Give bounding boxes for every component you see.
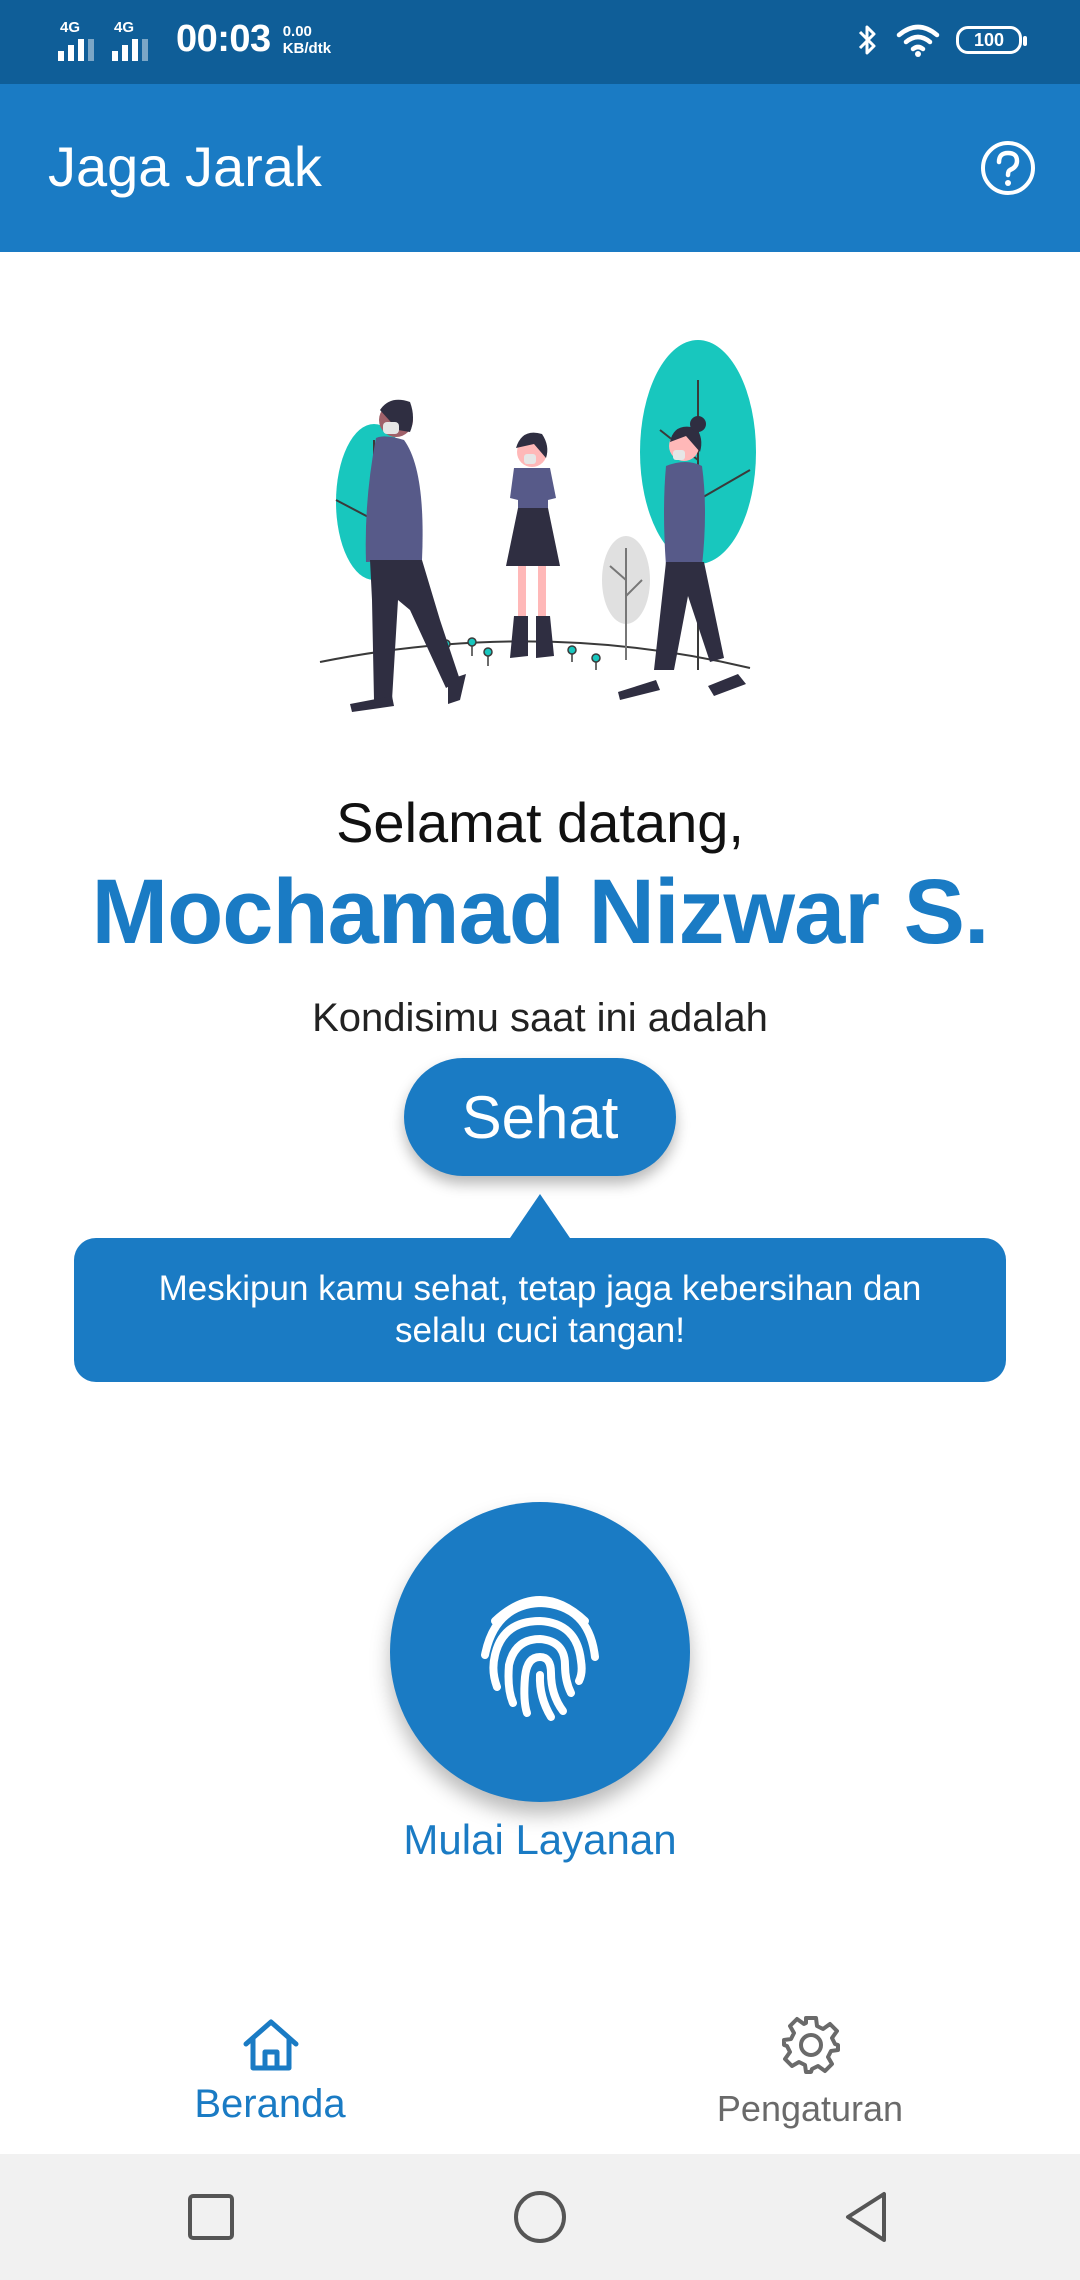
fingerprint-icon <box>481 1596 599 1721</box>
nav-item-pengaturan[interactable]: Pengaturan <box>540 1990 1080 2154</box>
battery-level: 100 <box>973 29 1005 50</box>
network-type-2: 4G <box>114 18 135 36</box>
home-circle-icon[interactable] <box>509 2186 571 2248</box>
health-status-badge: Sehat <box>404 1058 676 1176</box>
network-speed-unit: KB/dtk <box>282 39 332 57</box>
help-circle-icon[interactable] <box>978 138 1038 198</box>
signal-strength-icon: 4G <box>58 19 104 61</box>
health-tip-text: Meskipun kamu sehat, tetap jaga kebersih… <box>158 1269 922 1350</box>
tip-pointer <box>510 1194 570 1238</box>
social-distancing-illustration <box>319 340 756 712</box>
battery-icon: 100 <box>956 26 1027 54</box>
nav-label-pengaturan: Pengaturan <box>716 2088 904 2129</box>
app-bar: Jaga Jarak <box>0 84 1080 252</box>
nav-label-beranda: Beranda <box>194 2082 346 2126</box>
health-tip-message: Meskipun kamu sehat, tetap jaga kebersih… <box>74 1238 1006 1382</box>
network-type-1: 4G <box>60 18 81 36</box>
health-status-text: Sehat <box>461 1083 619 1151</box>
app-title: Jaga Jarak <box>48 135 322 198</box>
recents-square-icon[interactable] <box>180 2186 242 2248</box>
user-name: Mochamad Nizwar S. <box>91 861 989 963</box>
signal-strength-icon: 4G <box>112 19 158 61</box>
bottom-navigation: Beranda Pengaturan <box>0 1990 1080 2154</box>
start-service-label[interactable]: Mulai Layanan <box>0 1816 1080 1864</box>
system-navigation-bar <box>0 2154 1080 2280</box>
welcome-text: Selamat datang, <box>336 791 744 854</box>
gear-icon <box>782 2016 840 2074</box>
condition-label: Kondisimu saat ini adalah <box>312 996 768 1040</box>
back-triangle-icon[interactable] <box>836 2186 898 2248</box>
wifi-icon <box>896 24 940 57</box>
clock: 00:03 <box>176 18 271 60</box>
network-speed-value: 0.00 <box>282 22 312 40</box>
bluetooth-icon <box>858 25 876 55</box>
network-speed: 0.00 KB/dtk <box>283 23 331 57</box>
status-bar: 4G 4G 00:03 0.00 KB/dtk 100 <box>0 0 1080 84</box>
home-icon <box>243 2019 299 2071</box>
nav-item-beranda[interactable]: Beranda <box>0 1990 540 2154</box>
start-service-button[interactable] <box>390 1502 690 1802</box>
